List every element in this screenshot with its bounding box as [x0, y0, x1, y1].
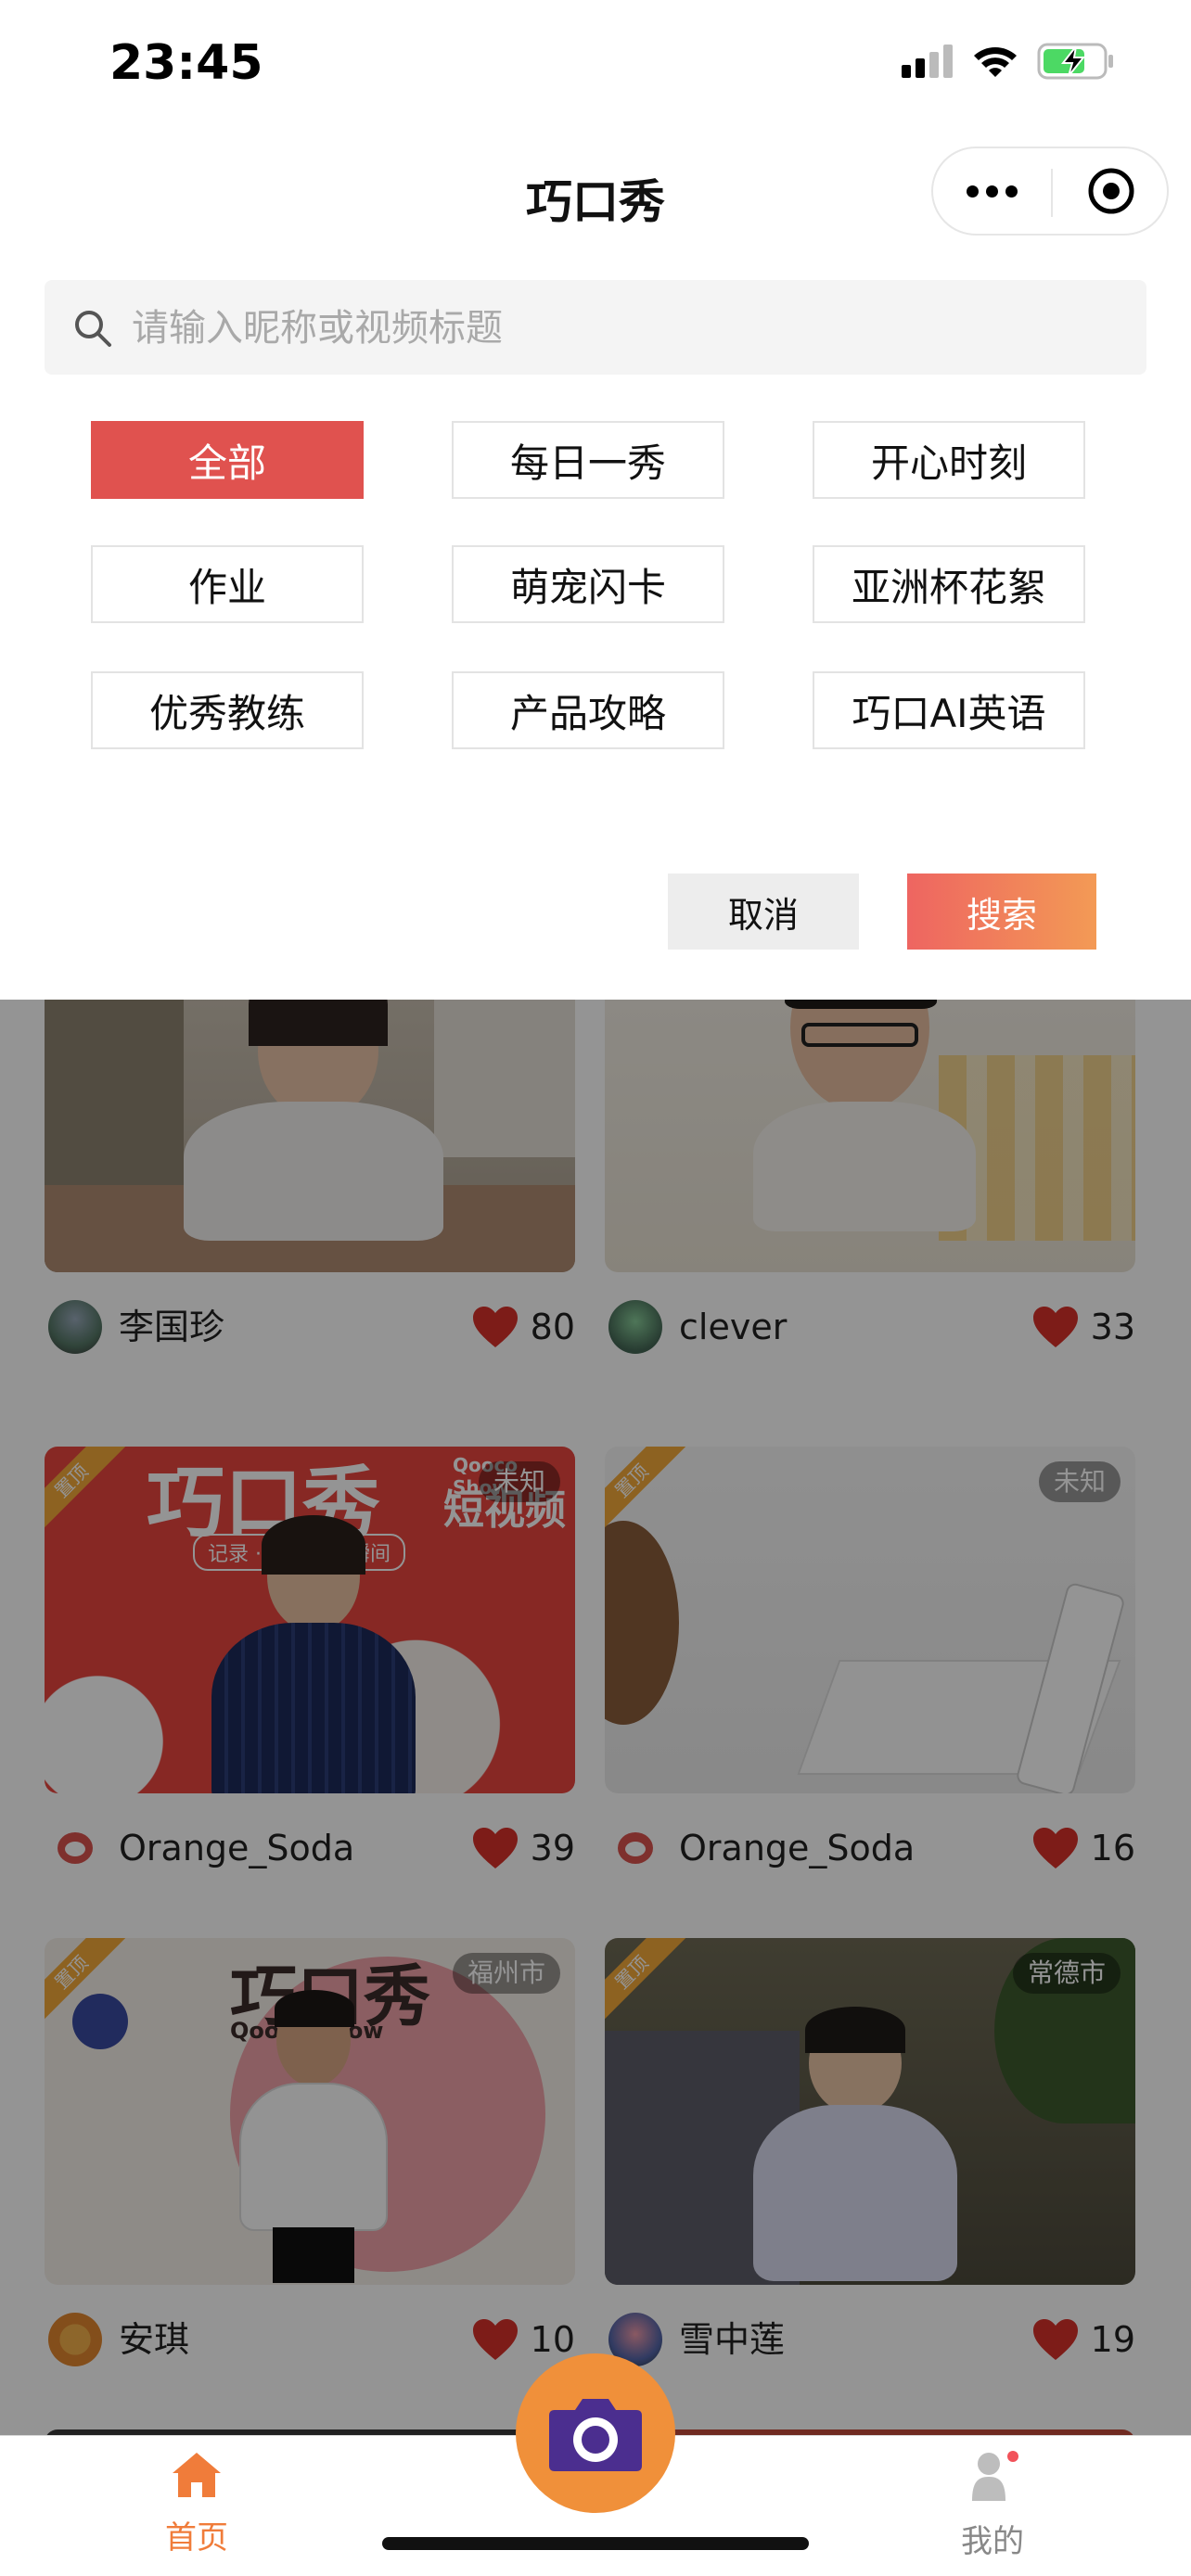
battery-charging-icon [1037, 43, 1113, 80]
search-bar[interactable] [45, 280, 1146, 376]
tab-mine[interactable]: 我的 [900, 2451, 1085, 2561]
more-dots-icon [986, 185, 998, 198]
category-homework[interactable]: 作业 [91, 545, 364, 623]
search-filter-sheet: 23:45 巧口秀 请输入昵称或视频标题 全部 每日一秀 开心时刻 作业 萌宠闪… [0, 0, 1191, 1000]
more-button[interactable] [933, 148, 1051, 234]
category-daily-show[interactable]: 每日一秀 [452, 421, 724, 499]
more-dots-icon [1005, 185, 1018, 198]
search-input[interactable] [130, 280, 1117, 376]
tab-mine-label: 我的 [961, 2523, 1024, 2560]
wifi-icon [974, 47, 1017, 77]
modal-dim-overlay[interactable] [0, 1000, 1191, 2437]
record-video-button[interactable] [516, 2353, 675, 2513]
screen: 李国珍 80 clever 33 巧口秀 Qooco Show 短视频 记录 ·… [0, 0, 1191, 2576]
search-button[interactable]: 搜索 [907, 874, 1096, 950]
target-icon [1088, 168, 1133, 214]
status-icons [902, 43, 1115, 80]
person-icon [972, 2451, 1018, 2501]
category-excellent-coach[interactable]: 优秀教练 [91, 671, 364, 749]
home-icon [173, 2453, 221, 2497]
category-qooco-ai-english[interactable]: 巧口AI英语 [813, 671, 1085, 749]
status-time: 23:45 [109, 35, 263, 91]
cancel-button[interactable]: 取消 [668, 874, 859, 950]
close-miniprogram-button[interactable] [1053, 148, 1169, 234]
tab-home[interactable]: 首页 [104, 2451, 289, 2557]
category-asian-cup-highlights[interactable]: 亚洲杯花絮 [813, 545, 1085, 623]
category-all[interactable]: 全部 [91, 421, 364, 499]
tab-home-label: 首页 [165, 2519, 228, 2557]
home-indicator [382, 2537, 809, 2550]
category-product-guide[interactable]: 产品攻略 [452, 671, 724, 749]
search-icon [75, 311, 111, 347]
camera-icon [549, 2399, 642, 2471]
signal-icon [902, 45, 953, 78]
mini-program-capsule [931, 147, 1169, 236]
category-happy-moments[interactable]: 开心时刻 [813, 421, 1085, 499]
more-dots-icon [967, 185, 979, 198]
category-pet-flashcards[interactable]: 萌宠闪卡 [452, 545, 724, 623]
